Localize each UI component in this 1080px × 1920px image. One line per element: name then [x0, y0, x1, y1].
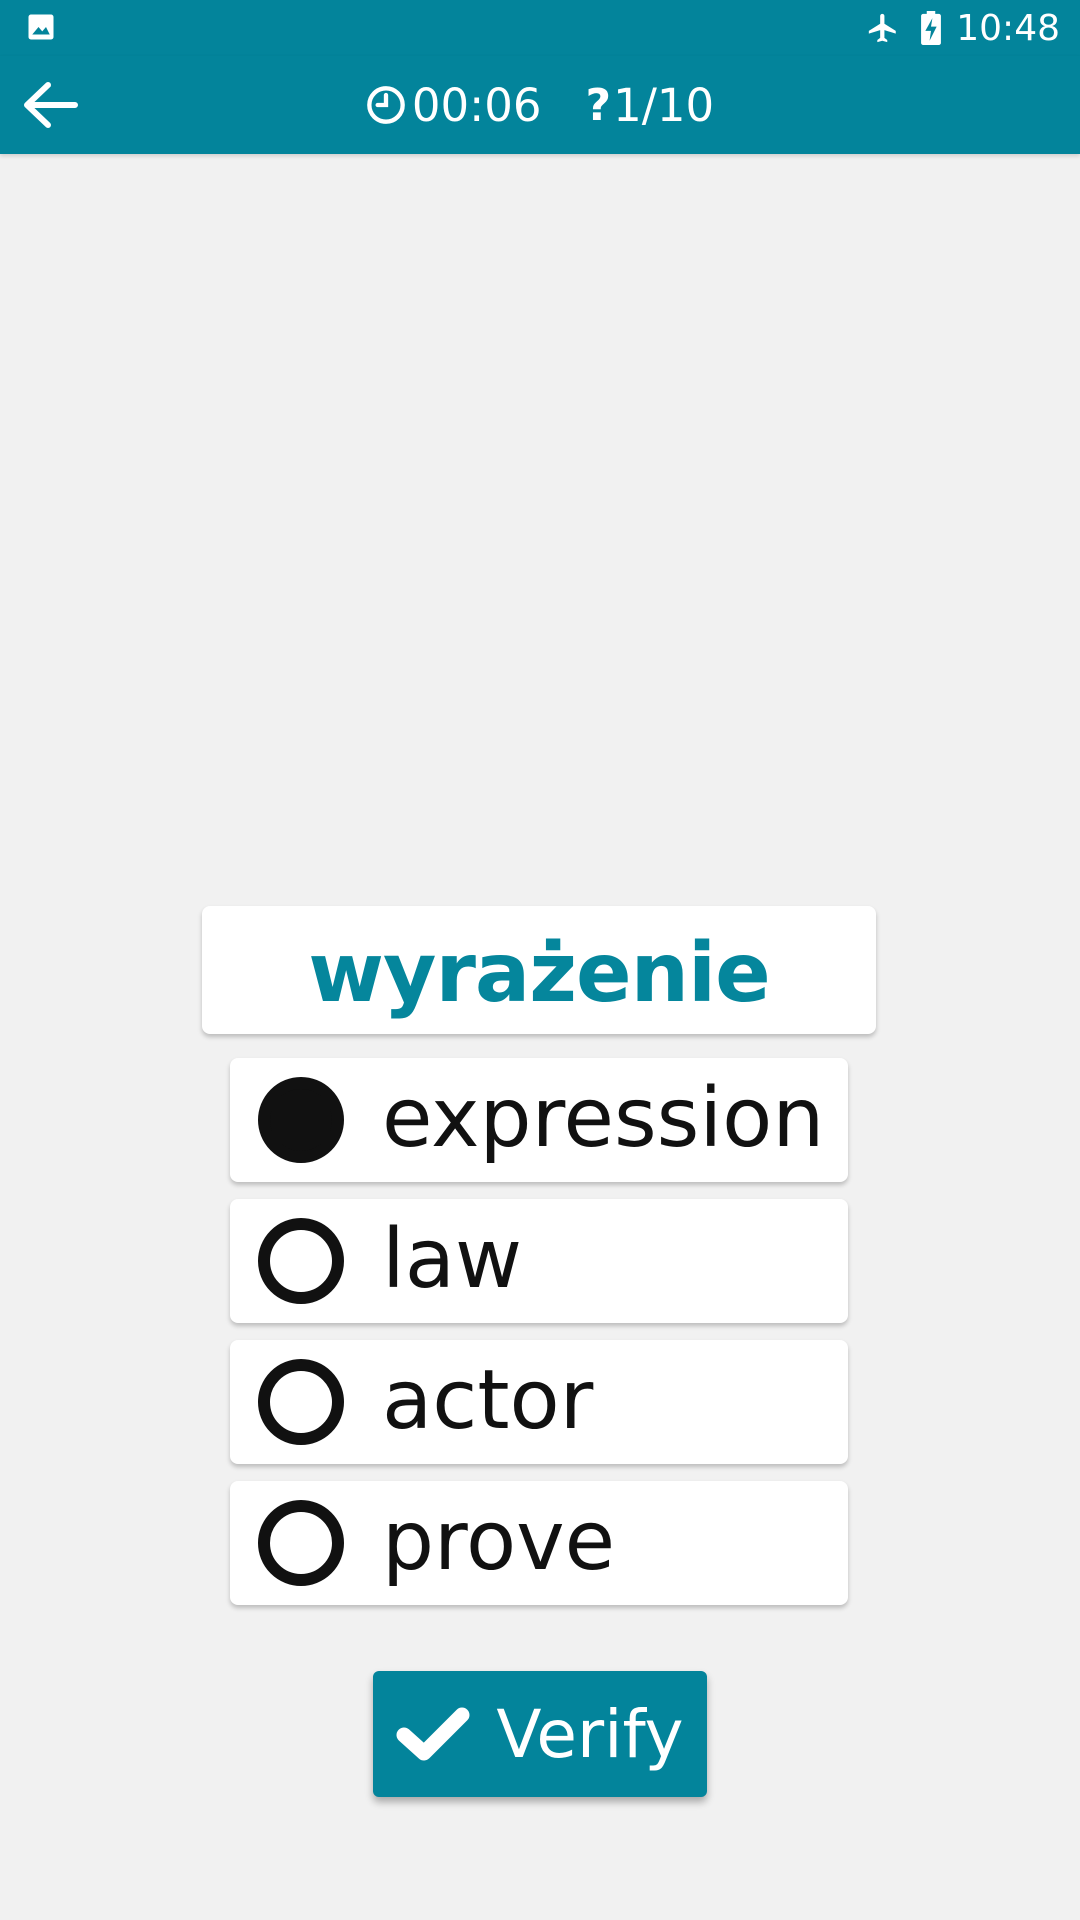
gallery-icon [28, 14, 54, 40]
answer-option-label: prove [382, 1493, 616, 1589]
answer-option-label: expression [382, 1070, 825, 1166]
answer-option-actor[interactable]: actor [230, 1340, 848, 1464]
airplane-icon [869, 13, 896, 43]
check-icon [396, 1707, 470, 1761]
verify-button[interactable]: Verify [373, 1671, 707, 1797]
status-bar: 10:48 [0, 0, 1080, 56]
answer-option-expression[interactable]: expression [230, 1058, 848, 1182]
battery-charging-icon [921, 11, 942, 45]
answer-option-law[interactable]: law [230, 1199, 848, 1323]
word-card: wyrażenie [202, 906, 876, 1034]
quiz-info: 00:06 ? 1/10 [0, 56, 1080, 154]
question-icon: ? [585, 79, 612, 131]
timer-value: 00:06 [411, 78, 542, 132]
progress-value: 1/10 [613, 78, 715, 132]
clock-icon [367, 86, 405, 124]
radio-unselected-icon[interactable] [258, 1500, 344, 1586]
radio-selected-icon[interactable] [258, 1077, 344, 1163]
question-progress: ? 1/10 [586, 79, 715, 132]
status-icons: 10:48 [866, 6, 1060, 50]
verify-label: Verify [496, 1695, 684, 1773]
answer-option-label: law [382, 1211, 523, 1307]
radio-unselected-icon[interactable] [258, 1218, 344, 1304]
radio-unselected-icon[interactable] [258, 1359, 344, 1445]
status-time: 10:48 [956, 7, 1060, 49]
screen: 10:48 00:06 ? 1/10 wyrażenie expression … [0, 0, 1080, 1920]
answer-option-prove[interactable]: prove [230, 1481, 848, 1605]
timer: 00:06 [366, 79, 542, 132]
answer-option-label: actor [382, 1352, 594, 1448]
app-bar: 00:06 ? 1/10 [0, 56, 1080, 154]
quiz-word: wyrażenie [308, 925, 770, 1021]
